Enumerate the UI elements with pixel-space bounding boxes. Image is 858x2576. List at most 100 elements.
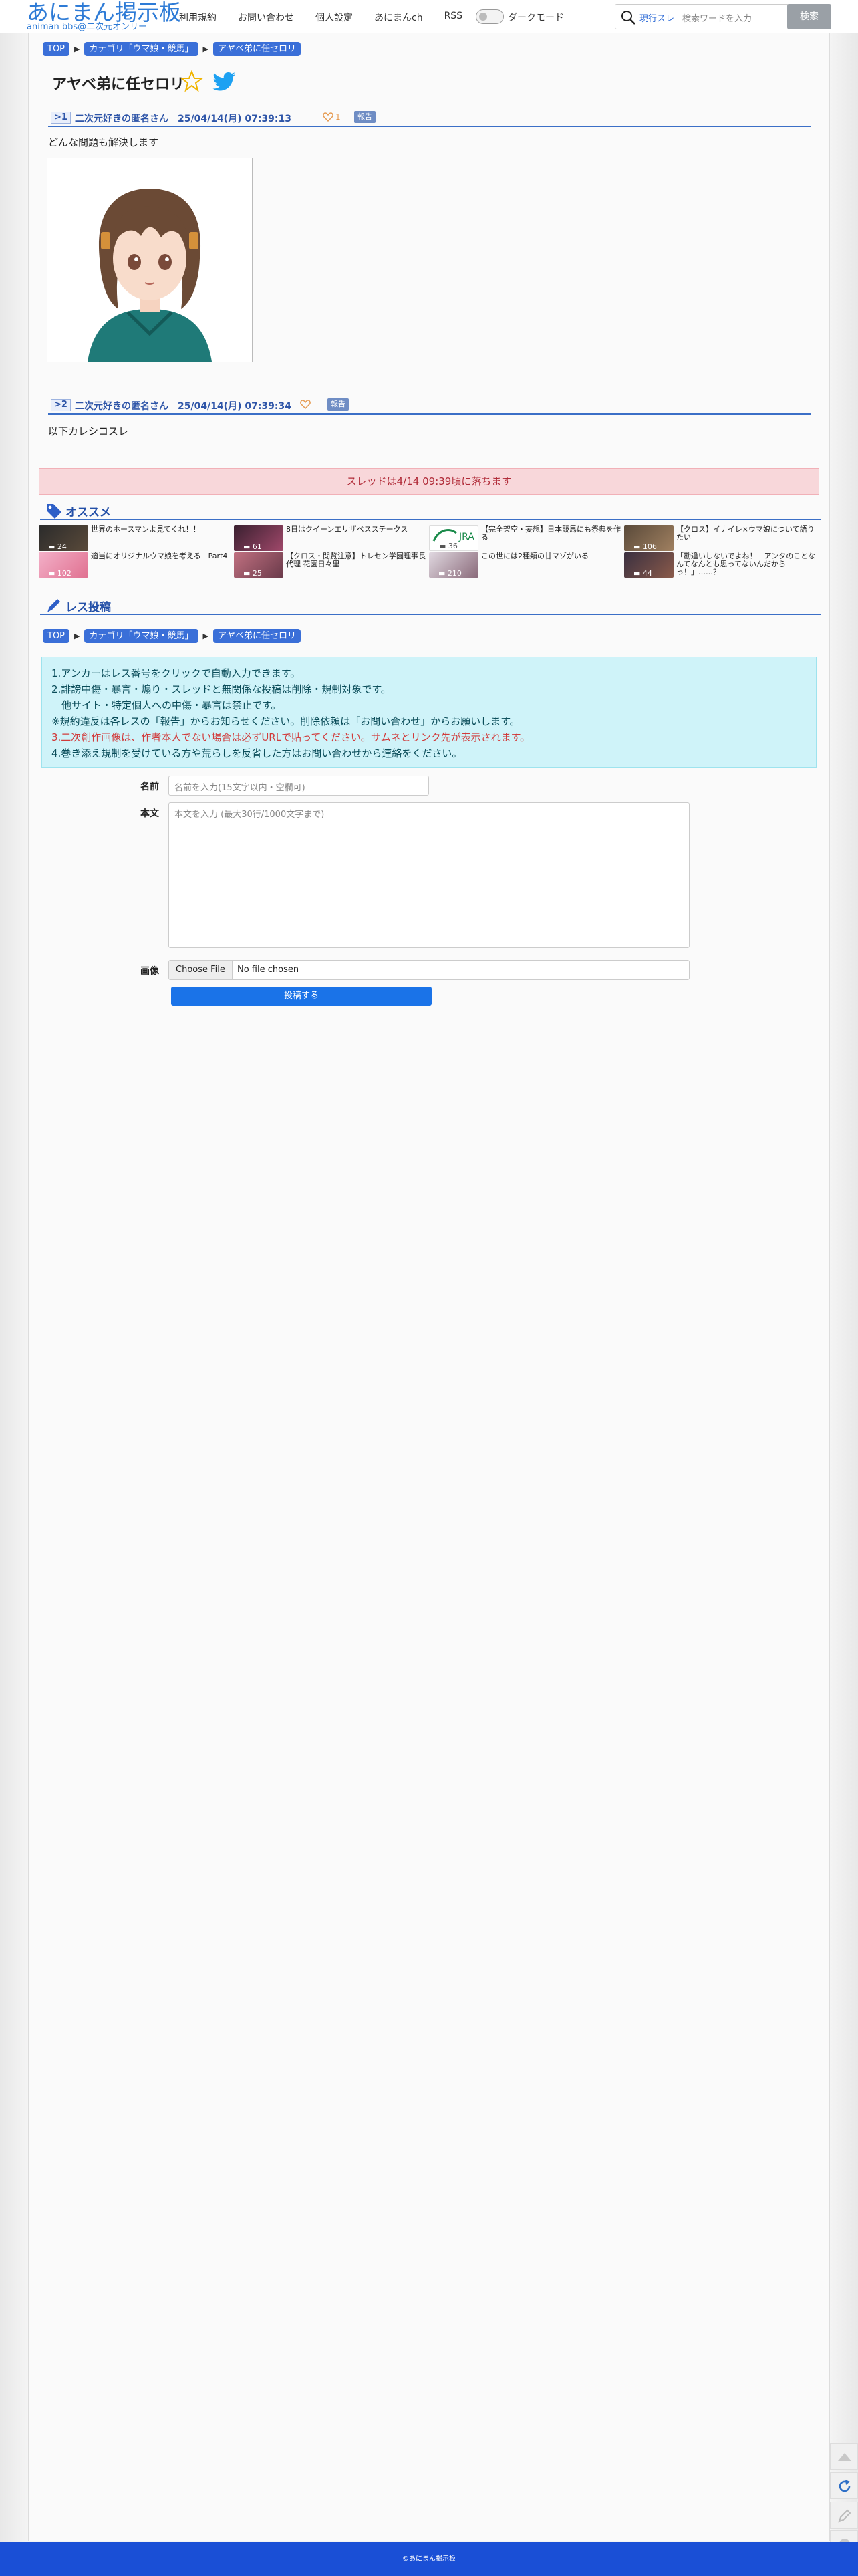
recommend-item[interactable]: ▬ 106 【クロス】イナイレ×ウマ娘について語りたい <box>624 525 818 551</box>
rule-line: ※規約違反は各レスの「報告」からお知らせください。削除依頼は「お問い合わせ」から… <box>51 715 520 727</box>
breadcrumb-top[interactable]: TOP <box>43 628 70 643</box>
recommend-item[interactable]: ▬ 102 適当にオリジナルウマ娘を考える Part4 <box>39 552 233 578</box>
recommend-title: 「勘違いしないでよね！ アンタのことなんてなんとも思ってないんだからっ！」……？ <box>676 552 815 576</box>
report-button[interactable]: 報告 <box>327 398 349 411</box>
image-file-input[interactable]: Choose File No file chosen <box>168 960 690 980</box>
submit-post-button[interactable]: 投稿する <box>171 987 432 1006</box>
breadcrumb: TOP ▶ カテゴリ「ウマ娘・競馬」 ▶ アヤベ弟に任セロリ <box>43 628 301 643</box>
recommend-item[interactable]: ▬ 61 8日はクイーンエリザベスステークス <box>234 525 428 551</box>
nav-terms[interactable]: 利用規約 <box>179 11 217 24</box>
post-body: どんな問題も解決します <box>48 136 159 148</box>
breadcrumb-category[interactable]: カテゴリ「ウマ娘・競馬」 <box>84 628 198 643</box>
recommend-title: 8日はクイーンエリザベスステークス <box>286 525 408 534</box>
like-heart-icon[interactable] <box>322 111 334 123</box>
breadcrumb-thread[interactable]: アヤベ弟に任セロリ <box>212 628 301 643</box>
post-image[interactable] <box>47 158 253 362</box>
rule-line: 3.二次創作画像は、作者本人でない場合は必ずURLで貼ってください。サムネとリン… <box>51 731 531 743</box>
search-icon <box>621 11 635 25</box>
comment-count: ▬ 106 <box>633 542 657 551</box>
edit-icon <box>838 2509 851 2523</box>
nav-rss[interactable]: RSS <box>444 11 463 24</box>
logo-title: あにまん掲示板 <box>27 0 181 25</box>
body-textarea[interactable]: 本文を入力 (最大30行/1000文字まで) <box>168 802 690 948</box>
file-status: No file chosen <box>237 965 299 975</box>
breadcrumb-separator: ▶ <box>74 631 80 640</box>
choose-file-button[interactable]: Choose File <box>169 961 233 979</box>
name-input[interactable]: 名前を入力(15文字以内・空欄可) <box>168 776 429 796</box>
post-number[interactable]: >2 <box>51 399 71 411</box>
reply-label: レス投稿 <box>65 601 111 614</box>
post-body: 以下カレシコスレ <box>48 425 129 437</box>
favorite-star-icon[interactable] <box>180 70 203 92</box>
search-input[interactable]: 検索ワードを入力 <box>682 11 752 24</box>
site-logo[interactable]: あにまん掲示板 animan bbs@二次元オンリー <box>27 0 181 32</box>
post-meta: 二次元好きの匿名さん 25/04/14(月) 07:39:13 <box>75 114 291 124</box>
recommend-title: 【クロス】イナイレ×ウマ娘について語りたい <box>676 525 815 542</box>
site-header: あにまん掲示板 animan bbs@二次元オンリー 利用規約 お問い合わせ 個… <box>0 0 858 33</box>
comment-count: ▬ 210 <box>438 569 462 578</box>
nav-settings[interactable]: 個人設定 <box>315 11 353 24</box>
rule-line: 2.誹謗中傷・暴言・煽り・スレッドと無関係な投稿は削除・規制対象です。 <box>51 683 391 695</box>
toggle-knob <box>479 13 487 21</box>
svg-text:JRA: JRA <box>458 532 474 542</box>
post-header: >1 二次元好きの匿名さん 25/04/14(月) 07:39:13 1 報告 <box>48 108 811 127</box>
body-label: 本文 <box>140 808 159 819</box>
recommend-item[interactable]: ▬ 24 世界のホースマンよ見てくれ！！ <box>39 525 233 551</box>
recommend-title: 適当にオリジナルウマ娘を考える Part4 <box>91 552 228 560</box>
recommend-thumbnail: ▬ 106 <box>624 525 674 551</box>
name-label: 名前 <box>140 782 159 792</box>
recommend-title: 【クロス・閲覧注意】トレセン学園理事長代理 花園日々里 <box>286 552 426 568</box>
recommend-title: 世界のホースマンよ見てくれ！！ <box>91 525 200 534</box>
comment-count: ▬ 24 <box>48 542 67 551</box>
anime-character-image <box>47 158 252 362</box>
reply-section-header: レス投稿 <box>40 596 821 615</box>
comment-count: ▬ 44 <box>633 569 652 578</box>
recommend-thumbnail: ▬ 102 <box>39 552 88 578</box>
comment-count: ▬ 36 <box>439 542 458 550</box>
breadcrumb-separator: ▶ <box>202 631 208 640</box>
recommend-thumbnail: ▬ 210 <box>429 552 478 578</box>
write-button[interactable] <box>830 2502 858 2529</box>
breadcrumb: TOP ▶ カテゴリ「ウマ娘・競馬」 ▶ アヤベ弟に任セロリ <box>43 41 301 56</box>
recommend-item[interactable]: JRA ▬ 36 【完全架空・妄想】日本競馬にも祭典を作る <box>429 525 623 551</box>
header-nav: 利用規約 お問い合わせ 個人設定 あにまんch RSS <box>179 11 484 24</box>
rule-line: 4.巻き添え規制を受けている方や荒らしを反省した方はお問い合わせから連絡をくださ… <box>51 747 462 759</box>
recommend-label: オススメ <box>65 506 111 519</box>
rule-line: 1.アンカーはレス番号をクリックで自動入力できます。 <box>51 667 301 679</box>
reload-icon <box>839 2480 851 2492</box>
breadcrumb-category[interactable]: カテゴリ「ウマ娘・競馬」 <box>84 41 198 56</box>
comment-count: ▬ 61 <box>243 542 262 551</box>
recommend-item[interactable]: ▬ 25 【クロス・閲覧注意】トレセン学園理事長代理 花園日々里 <box>234 552 428 578</box>
reload-button[interactable] <box>830 2472 858 2499</box>
breadcrumb-top[interactable]: TOP <box>43 41 70 56</box>
search-scope-select[interactable]: 現行スレ <box>639 11 674 24</box>
nav-contact[interactable]: お問い合わせ <box>238 11 294 24</box>
recommend-thumbnail: ▬ 44 <box>624 552 674 578</box>
post-meta: 二次元好きの匿名さん 25/04/14(月) 07:39:34 <box>75 401 291 412</box>
recommend-item[interactable]: ▬ 210 この世には2種類の甘マゾがいる <box>429 552 623 578</box>
tag-icon <box>47 504 61 519</box>
recommend-item[interactable]: ▬ 44 「勘違いしないでよね！ アンタのことなんてなんとも思ってないんだからっ… <box>624 552 818 578</box>
post-number[interactable]: >1 <box>51 112 71 124</box>
like-heart-icon[interactable] <box>299 398 311 411</box>
report-button[interactable]: 報告 <box>354 111 376 123</box>
rule-line: 他サイト・特定個人への中傷・暴言は禁止です。 <box>51 699 281 711</box>
post-header: >2 二次元好きの匿名さん 25/04/14(月) 07:39:34 報告 <box>48 396 811 415</box>
breadcrumb-thread[interactable]: アヤベ弟に任セロリ <box>212 41 301 56</box>
recommend-thumbnail: JRA ▬ 36 <box>429 525 478 551</box>
dark-mode-toggle[interactable] <box>476 9 504 24</box>
posting-rules-box: 1.アンカーはレス番号をクリックで自動入力できます。 2.誹謗中傷・暴言・煽り・… <box>41 657 817 768</box>
dark-mode-label: ダークモード <box>508 13 564 23</box>
pencil-icon <box>47 599 60 612</box>
recommend-thumbnail: ▬ 24 <box>39 525 88 551</box>
like-count: 1 <box>335 112 341 122</box>
arrow-up-icon <box>838 2453 851 2461</box>
search-button[interactable]: 検索 <box>787 4 831 29</box>
recommend-thumbnail: ▬ 61 <box>234 525 283 551</box>
site-footer: ©あにまん掲示板 <box>0 2542 858 2576</box>
nav-animanch[interactable]: あにまんch <box>374 11 423 24</box>
thread-expire-notice: スレッドは4/14 09:39頃に落ちます <box>39 468 819 495</box>
image-label: 画像 <box>140 966 159 977</box>
scroll-top-button[interactable] <box>830 2443 858 2470</box>
twitter-icon[interactable] <box>212 71 237 92</box>
